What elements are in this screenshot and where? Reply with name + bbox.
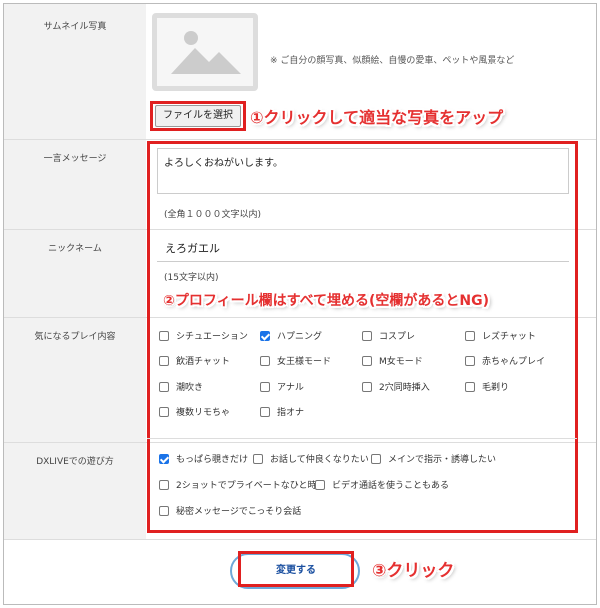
checkbox-label: M女モード (379, 357, 423, 367)
checkbox-option[interactable]: レズチャット (465, 329, 536, 342)
checkbox-label: メインで指示・誘導したい (388, 455, 497, 465)
highlight-file-button (150, 101, 246, 131)
message-hint: (全角１０００文字以内) (164, 210, 262, 220)
checkbox-unchecked[interactable] (362, 381, 372, 392)
annotation-step1: ①クリックして適当な写真をアップ (250, 108, 504, 127)
checkbox-checked[interactable] (260, 330, 270, 341)
row-divider (4, 539, 596, 540)
checkbox-option[interactable]: もっぱら覗きだけ (159, 452, 248, 465)
nickname-hint: (15文字以内) (164, 273, 219, 283)
checkbox-option[interactable]: ビデオ通話を使うこともある (315, 478, 449, 491)
checkbox-checked[interactable] (159, 453, 169, 464)
checkbox-unchecked[interactable] (159, 381, 169, 392)
checkbox-label: ハプニング (277, 332, 323, 342)
checkbox-unchecked[interactable] (159, 355, 169, 366)
checkbox-label: 秘密メッセージでこっそり会話 (176, 507, 302, 517)
row-divider (4, 139, 596, 140)
checkbox-label: お話して仲良くなりたい (270, 455, 369, 465)
checkbox-label: 飲酒チャット (176, 357, 230, 367)
message-textarea[interactable]: よろしくおねがいします。 (157, 148, 569, 194)
checkbox-option[interactable]: 秘密メッセージでこっそり会話 (159, 504, 301, 517)
checkbox-label: 女王様モード (277, 357, 332, 367)
checkbox-option[interactable]: シチュエーション (159, 329, 248, 342)
checkbox-unchecked[interactable] (315, 479, 325, 490)
checkbox-unchecked[interactable] (159, 479, 169, 490)
checkbox-option[interactable]: お話して仲良くなりたい (253, 452, 369, 465)
checkbox-unchecked[interactable] (159, 505, 169, 516)
message-label: 一言メッセージ (43, 154, 107, 164)
checkbox-label: レズチャット (482, 332, 536, 342)
checkbox-unchecked[interactable] (159, 330, 169, 341)
checkbox-unchecked[interactable] (465, 355, 475, 366)
checkbox-label: 指オナ (277, 408, 305, 418)
checkbox-label: もっぱら覗きだけ (176, 455, 249, 465)
checkbox-option[interactable]: M女モード (362, 354, 423, 367)
checkbox-unchecked[interactable] (371, 453, 381, 464)
thumbnail-note: ※ ご自分の顔写真、似顔絵、自慢の愛車、ペットや風景など (270, 56, 515, 66)
checkbox-option[interactable]: 赤ちゃんプレイ (465, 354, 545, 367)
checkbox-label: アナル (277, 383, 304, 393)
checkbox-option[interactable]: 潮吹き (159, 380, 203, 393)
checkbox-option[interactable]: ハプニング (260, 329, 322, 342)
checkbox-option[interactable]: コスプレ (362, 329, 415, 342)
thumbnail-placeholder (152, 13, 258, 91)
checkbox-unchecked[interactable] (260, 406, 270, 417)
checkbox-option[interactable]: 複数リモちゃ (159, 405, 230, 418)
checkbox-unchecked[interactable] (362, 355, 372, 366)
checkbox-unchecked[interactable] (260, 355, 270, 366)
checkbox-unchecked[interactable] (362, 330, 372, 341)
checkbox-label: 2ショットでプライベートなひと時を (176, 481, 326, 491)
checkbox-option[interactable]: 飲酒チャット (159, 354, 230, 367)
checkbox-unchecked[interactable] (260, 381, 270, 392)
checkbox-label: 複数リモちゃ (176, 408, 231, 418)
checkbox-label: 毛剃り (482, 383, 510, 393)
highlight-submit-button (238, 551, 354, 587)
nickname-input[interactable]: えろガエル (157, 236, 569, 262)
checkbox-label: 赤ちゃんプレイ (482, 357, 546, 367)
section-divider (147, 438, 577, 439)
checkbox-unchecked[interactable] (159, 406, 169, 417)
checkbox-option[interactable]: 毛剃り (465, 380, 509, 393)
checkbox-option[interactable]: 女王様モード (260, 354, 331, 367)
annotation-step2: ②プロフィール欄はすべて埋める(空欄があるとNG) (163, 293, 490, 309)
checkbox-option[interactable]: 指オナ (260, 405, 304, 418)
image-placeholder-icon (157, 18, 253, 86)
checkbox-label: シチュエーション (176, 332, 248, 342)
checkbox-label: 潮吹き (176, 383, 204, 393)
checkbox-unchecked[interactable] (465, 381, 475, 392)
annotation-step3: ③クリック (372, 561, 455, 581)
checkbox-unchecked[interactable] (253, 453, 263, 464)
checkbox-unchecked[interactable] (465, 330, 475, 341)
checkbox-option[interactable]: アナル (260, 380, 304, 393)
checkbox-option[interactable]: 2ショットでプライベートなひと時を (159, 478, 325, 491)
checkbox-option[interactable]: 2穴同時挿入 (362, 380, 430, 393)
checkbox-label: コスプレ (379, 332, 416, 342)
checkbox-label: 2穴同時挿入 (379, 383, 430, 393)
checkbox-label: ビデオ通話を使うこともある (332, 481, 450, 491)
checkbox-option[interactable]: メインで指示・誘導したい (371, 452, 496, 465)
thumbnail-label: サムネイル写真 (43, 22, 107, 32)
play-label: 気になるプレイ内容 (34, 332, 116, 342)
nickname-label: ニックネーム (48, 244, 102, 254)
dxlive-label: DXLIVEでの遊び方 (36, 457, 114, 467)
